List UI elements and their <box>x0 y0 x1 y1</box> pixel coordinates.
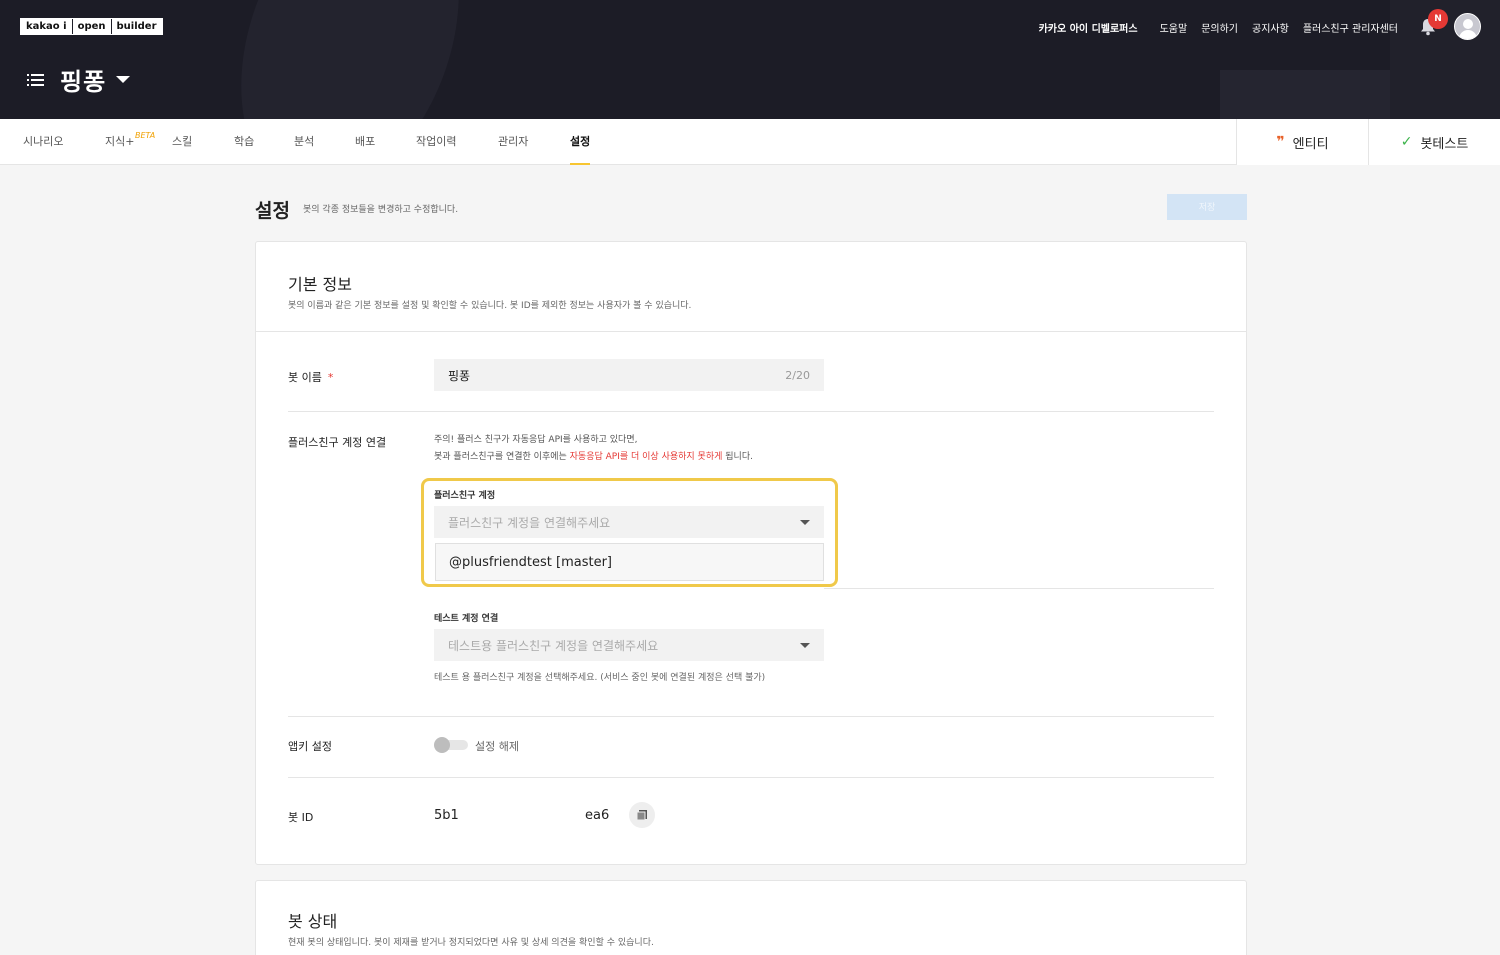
nav-help[interactable]: 도움말 <box>1160 20 1188 35</box>
notice-line-1: 주의! 플러스 친구가 자동응답 API를 사용하고 있다면, <box>434 435 638 445</box>
bot-id-label: 봇 ID <box>288 811 314 824</box>
logo-part: builder <box>116 21 157 32</box>
appkey-label: 앱키 설정 <box>288 740 332 753</box>
test-account-label: 테스트 계정 연결 <box>434 614 499 624</box>
row-divider <box>288 777 1214 778</box>
bot-id-value-end: ea6 <box>585 808 610 823</box>
bot-test-button-label: 봇테스트 <box>1420 136 1469 152</box>
test-account-note: 테스트 용 플러스친구 계정을 선택해주세요. (서비스 중인 봇에 연결된 계… <box>434 673 766 683</box>
notification-badge: N <box>1428 9 1448 29</box>
tab-learning[interactable]: 학습 <box>234 119 254 165</box>
tab-settings[interactable]: 설정 <box>570 119 591 165</box>
save-button[interactable]: 저장 <box>1167 194 1247 220</box>
tab-knowledge-plus[interactable]: 지식+ <box>105 119 134 165</box>
notice-line-2: 봇과 플러스친구를 연결한 이후에는 자동응답 API를 더 이상 사용하지 못… <box>434 449 753 466</box>
appkey-toggle[interactable] <box>434 737 468 753</box>
char-count: 2/20 <box>785 368 810 382</box>
appkey-toggle-label: 설정 해제 <box>475 740 519 753</box>
tab-deploy[interactable]: 배포 <box>355 119 375 165</box>
caret-down-icon <box>800 643 810 648</box>
top-header: kakao i open builder 핑퐁 카카오 아이 디벨로퍼스 도움말… <box>0 0 1500 119</box>
quote-icon: ❞ <box>1276 134 1285 150</box>
bot-name-label-text: 봇 이름 <box>288 371 322 384</box>
bot-status-description: 현재 봇의 상태입니다. 봇이 제재를 받거나 정지되었다면 사유 및 상세 의… <box>288 938 654 948</box>
check-icon: ✓ <box>1400 134 1413 150</box>
test-account-select[interactable]: 테스트용 플러스친구 계정을 연결해주세요 <box>434 629 824 661</box>
notice-suffix: 됩니다. <box>722 452 753 462</box>
copy-icon <box>636 810 647 821</box>
notice-prefix: 봇과 플러스친구를 연결한 이후에는 <box>434 452 570 462</box>
bot-name-value: 핑퐁 <box>448 368 471 383</box>
beta-badge: BETA <box>135 131 156 140</box>
nav-kakao-developers[interactable]: 카카오 아이 디벨로퍼스 <box>1039 20 1138 35</box>
header-decoration <box>201 0 499 119</box>
kakao-i-open-builder-logo[interactable]: kakao i open builder <box>20 18 163 35</box>
toggle-knob <box>434 737 450 753</box>
list-menu-icon[interactable] <box>26 70 46 90</box>
basic-info-title: 기본 정보 <box>288 275 352 294</box>
bot-name-input[interactable]: 핑퐁 2/20 <box>434 359 824 391</box>
row-divider <box>288 716 1214 717</box>
logo-part: kakao i <box>21 19 73 34</box>
nav-notice[interactable]: 공지사항 <box>1252 20 1289 35</box>
section-divider <box>256 331 1246 332</box>
basic-info-description: 봇의 이름과 같은 기본 정보를 설정 및 확인할 수 있습니다. 봇 ID를 … <box>288 301 692 311</box>
bot-name-label: 봇 이름 * <box>288 369 333 385</box>
copy-button[interactable] <box>629 802 655 828</box>
test-account-placeholder: 테스트용 플러스친구 계정을 연결해주세요 <box>448 638 659 653</box>
nav-plusfriend-admin[interactable]: 플러스친구 관리자센터 <box>1303 20 1398 35</box>
bot-name-title: 핑퐁 <box>60 68 107 96</box>
notice-warning: 자동응답 API를 더 이상 사용하지 못하게 <box>569 452 723 462</box>
nav-inquiry[interactable]: 문의하기 <box>1201 20 1238 35</box>
highlight-box <box>421 478 838 587</box>
chevron-down-icon[interactable] <box>116 76 131 83</box>
bot-selector[interactable]: 핑퐁 <box>26 62 131 97</box>
tab-admin[interactable]: 관리자 <box>498 119 528 165</box>
tab-history[interactable]: 작업이력 <box>416 119 456 165</box>
tab-scenario[interactable]: 시나리오 <box>23 119 63 165</box>
plusfriend-connect-label: 플러스친구 계정 연결 <box>288 436 387 449</box>
logo-part: open <box>73 19 112 34</box>
entity-button-label: 엔티티 <box>1292 136 1329 152</box>
bot-status-title: 봇 상태 <box>288 912 338 931</box>
tab-analysis[interactable]: 분석 <box>294 119 314 165</box>
page-description: 봇의 각종 정보들을 변경하고 수정합니다. <box>303 205 459 215</box>
required-mark: * <box>327 371 334 384</box>
top-navigation: 카카오 아이 디벨로퍼스 도움말 문의하기 공지사항 플러스친구 관리자센터 <box>1039 20 1398 35</box>
row-divider <box>824 588 1214 589</box>
page-title: 설정 <box>255 200 290 222</box>
entity-button[interactable]: ❞ 엔티티 <box>1236 119 1368 165</box>
row-divider <box>288 411 1214 412</box>
tab-skill[interactable]: 스킬 <box>172 119 192 165</box>
bot-test-button[interactable]: ✓ 봇테스트 <box>1368 119 1500 165</box>
bot-id-value-start: 5b1 <box>434 808 459 823</box>
avatar[interactable] <box>1454 13 1481 40</box>
plusfriend-notice: 주의! 플러스 친구가 자동응답 API를 사용하고 있다면, 봇과 플러스친구… <box>434 432 753 466</box>
